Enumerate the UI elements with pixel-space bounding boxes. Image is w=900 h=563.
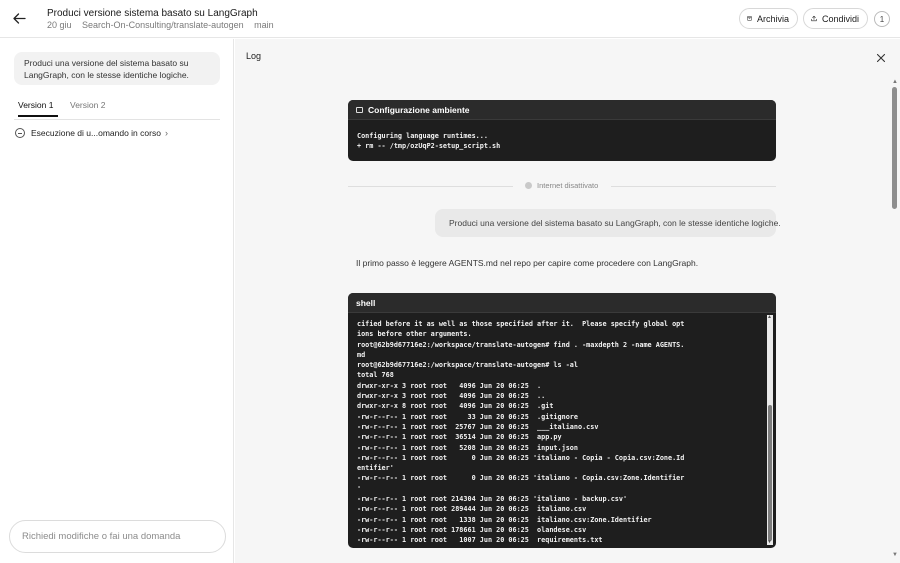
- task-title: Produci versione sistema basato su LangG…: [47, 8, 258, 19]
- scroll-down-arrow-icon[interactable]: ▼: [892, 552, 898, 558]
- archive-label: Archivia: [756, 13, 789, 24]
- version-count-button[interactable]: 1: [874, 11, 890, 27]
- archive-button[interactable]: Archivia: [739, 8, 798, 29]
- config-terminal: Configurazione ambiente Configuring lang…: [348, 100, 776, 161]
- close-icon: [876, 53, 886, 63]
- assistant-message: Il primo passo è leggere AGENTS.md nel r…: [356, 258, 699, 268]
- shell-scroll-up-icon[interactable]: ▲: [767, 314, 772, 320]
- terminal-icon: [356, 106, 363, 113]
- active-tab-underline: [18, 115, 58, 117]
- shell-scrollbar-thumb[interactable]: [768, 405, 772, 541]
- tab-version-2[interactable]: Version 2: [70, 100, 105, 110]
- back-button[interactable]: [10, 9, 28, 27]
- log-panel: Log ▲ ▼ Configurazione ambiente Configur…: [235, 39, 900, 563]
- log-scrollbar-thumb[interactable]: [892, 87, 897, 209]
- message-input-box[interactable]: [9, 520, 226, 553]
- chevron-right-icon: ›: [164, 128, 168, 138]
- status-dot-icon: [525, 182, 532, 189]
- share-button[interactable]: Condividi: [803, 8, 868, 29]
- scroll-up-arrow-icon[interactable]: ▲: [892, 79, 898, 85]
- internet-status-label: Internet disattivato: [537, 181, 599, 190]
- tab-version-1[interactable]: Version 1: [18, 100, 53, 110]
- message-input[interactable]: [22, 531, 213, 542]
- archive-box-icon: [747, 16, 752, 21]
- log-title: Log: [246, 51, 262, 61]
- running-command-label: Esecuzione di u...omando in corso: [31, 128, 161, 138]
- tabs-divider: [14, 119, 220, 120]
- shell-terminal-output: cified before it as well as those specif…: [357, 320, 685, 545]
- user-prompt-bubble: Produci una versione del sistema basato …: [14, 52, 220, 85]
- branch-name: main: [254, 20, 274, 30]
- share-label: Condividi: [821, 13, 859, 24]
- task-meta: 20 giu Search-On-Consulting/translate-au…: [47, 20, 282, 30]
- arrow-left-icon: [12, 12, 26, 24]
- spinner-icon: [15, 128, 25, 138]
- config-terminal-output: Configuring language runtimes... + rm --…: [357, 132, 501, 151]
- top-header: Produci versione sistema basato su LangG…: [0, 0, 900, 38]
- conversation-panel: Produci una versione del sistema basato …: [0, 39, 234, 563]
- share-upload-icon: [811, 15, 817, 22]
- config-terminal-header: Configurazione ambiente: [348, 100, 776, 120]
- repo-link[interactable]: Search-On-Consulting/translate-autogen: [82, 20, 244, 30]
- running-command-row[interactable]: Esecuzione di u...omando in corso ›: [15, 128, 168, 138]
- shell-terminal-title: shell: [356, 297, 376, 308]
- close-log-button[interactable]: [875, 52, 887, 64]
- shell-terminal: shell cified before it as well as those …: [348, 293, 776, 548]
- user-message-bubble: Produci una versione del sistema basato …: [435, 209, 781, 237]
- divider-line-left: [348, 186, 513, 187]
- task-date: 20 giu: [47, 20, 72, 30]
- internet-status-divider: Internet disattivato: [348, 180, 776, 192]
- divider-line-right: [611, 186, 776, 187]
- shell-terminal-header: shell: [348, 293, 776, 313]
- shell-scroll-down-icon[interactable]: ▼: [767, 539, 772, 545]
- config-terminal-title: Configurazione ambiente: [368, 104, 470, 115]
